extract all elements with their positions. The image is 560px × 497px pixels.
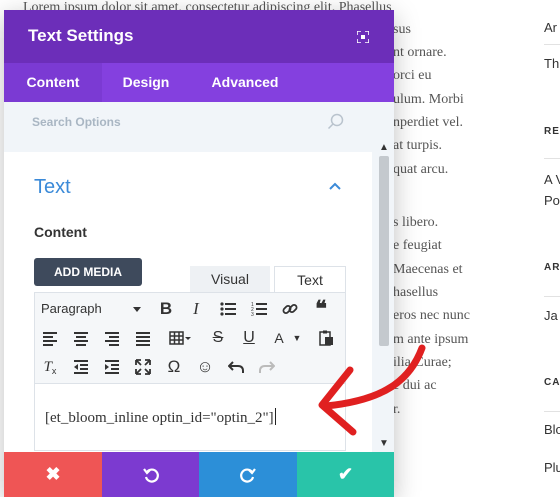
align-center-icon[interactable] — [70, 327, 92, 349]
paste-icon[interactable] — [315, 327, 337, 349]
article-line: orci eu — [393, 68, 432, 83]
close-icon: ✖ — [45, 464, 61, 484]
article-line: ulum. Morbi — [393, 92, 464, 107]
shortcode-text: [et_bloom_inline optin_id="optin_2"] — [45, 410, 274, 426]
sidebar-link[interactable]: Po — [544, 193, 560, 208]
italic-icon[interactable]: I — [185, 298, 207, 320]
underline-icon[interactable]: U — [238, 327, 260, 349]
scroll-down-icon[interactable]: ▼ — [379, 438, 389, 449]
chevron-up-icon[interactable] — [328, 178, 346, 192]
article-line: e dui ac — [393, 378, 437, 393]
redo-icon — [240, 467, 256, 483]
format-select-value: Paragraph — [41, 301, 102, 316]
content-label: Content — [34, 224, 87, 240]
chevron-down-icon — [133, 307, 141, 312]
add-media-button[interactable]: ADD MEDIA — [34, 258, 142, 286]
article-line: hasellus — [393, 285, 439, 300]
outdent-icon[interactable] — [70, 356, 92, 378]
article-line: s libero. — [393, 215, 439, 230]
check-icon: ✔ — [337, 464, 354, 484]
article-line: sus — [393, 22, 411, 37]
numbered-list-icon[interactable]: 123 — [248, 298, 270, 320]
editor-toolbar: Paragraph B I 123 ❝ S U A ▼ T x Ω ☺ — [34, 292, 346, 384]
sidebar-link[interactable]: A V — [544, 172, 560, 187]
modal-header: Text Settings — [4, 10, 394, 63]
table-icon[interactable] — [165, 327, 195, 349]
sidebar-heading: RE — [544, 126, 560, 137]
article-line: at turpis. — [393, 138, 442, 153]
article-line: Maecenas et — [393, 262, 463, 277]
sidebar-link[interactable]: Th — [544, 56, 559, 71]
scrollbar[interactable]: ▲ ▼ — [376, 142, 392, 452]
clear-formatting-icon[interactable]: Tx — [39, 356, 61, 378]
align-right-icon[interactable] — [101, 327, 123, 349]
article-line: nt ornare. — [393, 45, 447, 60]
bullet-list-icon[interactable] — [217, 298, 239, 320]
bold-icon[interactable]: B — [155, 298, 177, 320]
scroll-thumb[interactable] — [379, 156, 389, 346]
divider — [544, 158, 560, 159]
undo-icon — [142, 467, 159, 483]
align-left-icon[interactable] — [39, 327, 61, 349]
indent-icon[interactable] — [101, 356, 123, 378]
sidebar-link[interactable]: Ja — [544, 308, 558, 323]
redo-button[interactable] — [199, 452, 297, 497]
settings-body: Text Content ADD MEDIA Visual Text Parag… — [4, 142, 394, 452]
search-icon[interactable] — [326, 112, 346, 132]
text-section-panel: Text Content ADD MEDIA Visual Text Parag… — [4, 152, 372, 452]
text-settings-modal: Text Settings Content Design Advanced Te… — [4, 10, 394, 497]
code-editor[interactable]: [et_bloom_inline optin_id="optin_2"] — [34, 383, 346, 451]
sidebar-link[interactable]: Plu — [544, 460, 560, 475]
redo-icon[interactable] — [256, 356, 278, 378]
tab-advanced[interactable]: Advanced — [190, 63, 300, 102]
search-bar — [4, 102, 394, 142]
link-icon[interactable] — [279, 298, 301, 320]
sidebar-link[interactable]: Ar — [544, 20, 557, 35]
strikethrough-icon[interactable]: S — [207, 327, 229, 349]
search-input[interactable] — [32, 112, 322, 132]
editor-tab-visual[interactable]: Visual — [190, 266, 270, 292]
article-line: nperdiet vel. — [393, 115, 463, 130]
text-cursor — [274, 408, 276, 425]
caret-down-icon[interactable]: ▼ — [291, 327, 303, 349]
modal-footer: ✖ ✔ — [4, 452, 394, 497]
editor-tab-text[interactable]: Text — [274, 266, 346, 293]
modal-title: Text Settings — [28, 26, 134, 45]
scroll-up-icon[interactable]: ▲ — [379, 142, 389, 153]
divider — [544, 411, 560, 412]
expand-icon[interactable] — [352, 26, 374, 48]
section-title: Text — [34, 176, 71, 198]
fullscreen-icon[interactable] — [132, 356, 154, 378]
article-line: ilia Curae; — [393, 355, 452, 370]
align-justify-icon[interactable] — [132, 327, 154, 349]
text-color-icon[interactable]: A — [268, 327, 290, 349]
undo-icon[interactable] — [225, 356, 247, 378]
modal-tabs: Content Design Advanced — [4, 63, 394, 102]
format-select[interactable]: Paragraph — [41, 301, 141, 317]
article-line: m ante ipsum — [393, 332, 469, 347]
close-button[interactable]: ✖ — [4, 452, 102, 497]
emoticon-icon[interactable]: ☺ — [194, 356, 216, 378]
sidebar-heading: CA — [544, 377, 560, 388]
divider — [544, 296, 560, 297]
undo-button[interactable] — [102, 452, 199, 497]
tab-content[interactable]: Content — [4, 63, 102, 102]
article-line: quat arcu. — [393, 162, 449, 177]
editor-content[interactable]: [et_bloom_inline optin_id="optin_2"] — [45, 408, 276, 427]
sidebar-heading: AR — [544, 262, 560, 273]
article-line: e feugiat — [393, 238, 442, 253]
save-button[interactable]: ✔ — [297, 452, 394, 497]
article-line: r. — [393, 402, 401, 417]
background-sidebar: Ar Th RE A V Po AR Ja CA Blo Plu — [530, 0, 560, 497]
blockquote-icon[interactable]: ❝ — [310, 296, 332, 321]
special-character-icon[interactable]: Ω — [163, 356, 185, 378]
article-line: eros nec nunc — [393, 308, 470, 323]
divider — [544, 44, 560, 45]
tab-design[interactable]: Design — [102, 63, 190, 102]
svg-text:3: 3 — [251, 312, 254, 317]
sidebar-link[interactable]: Blo — [544, 422, 560, 437]
